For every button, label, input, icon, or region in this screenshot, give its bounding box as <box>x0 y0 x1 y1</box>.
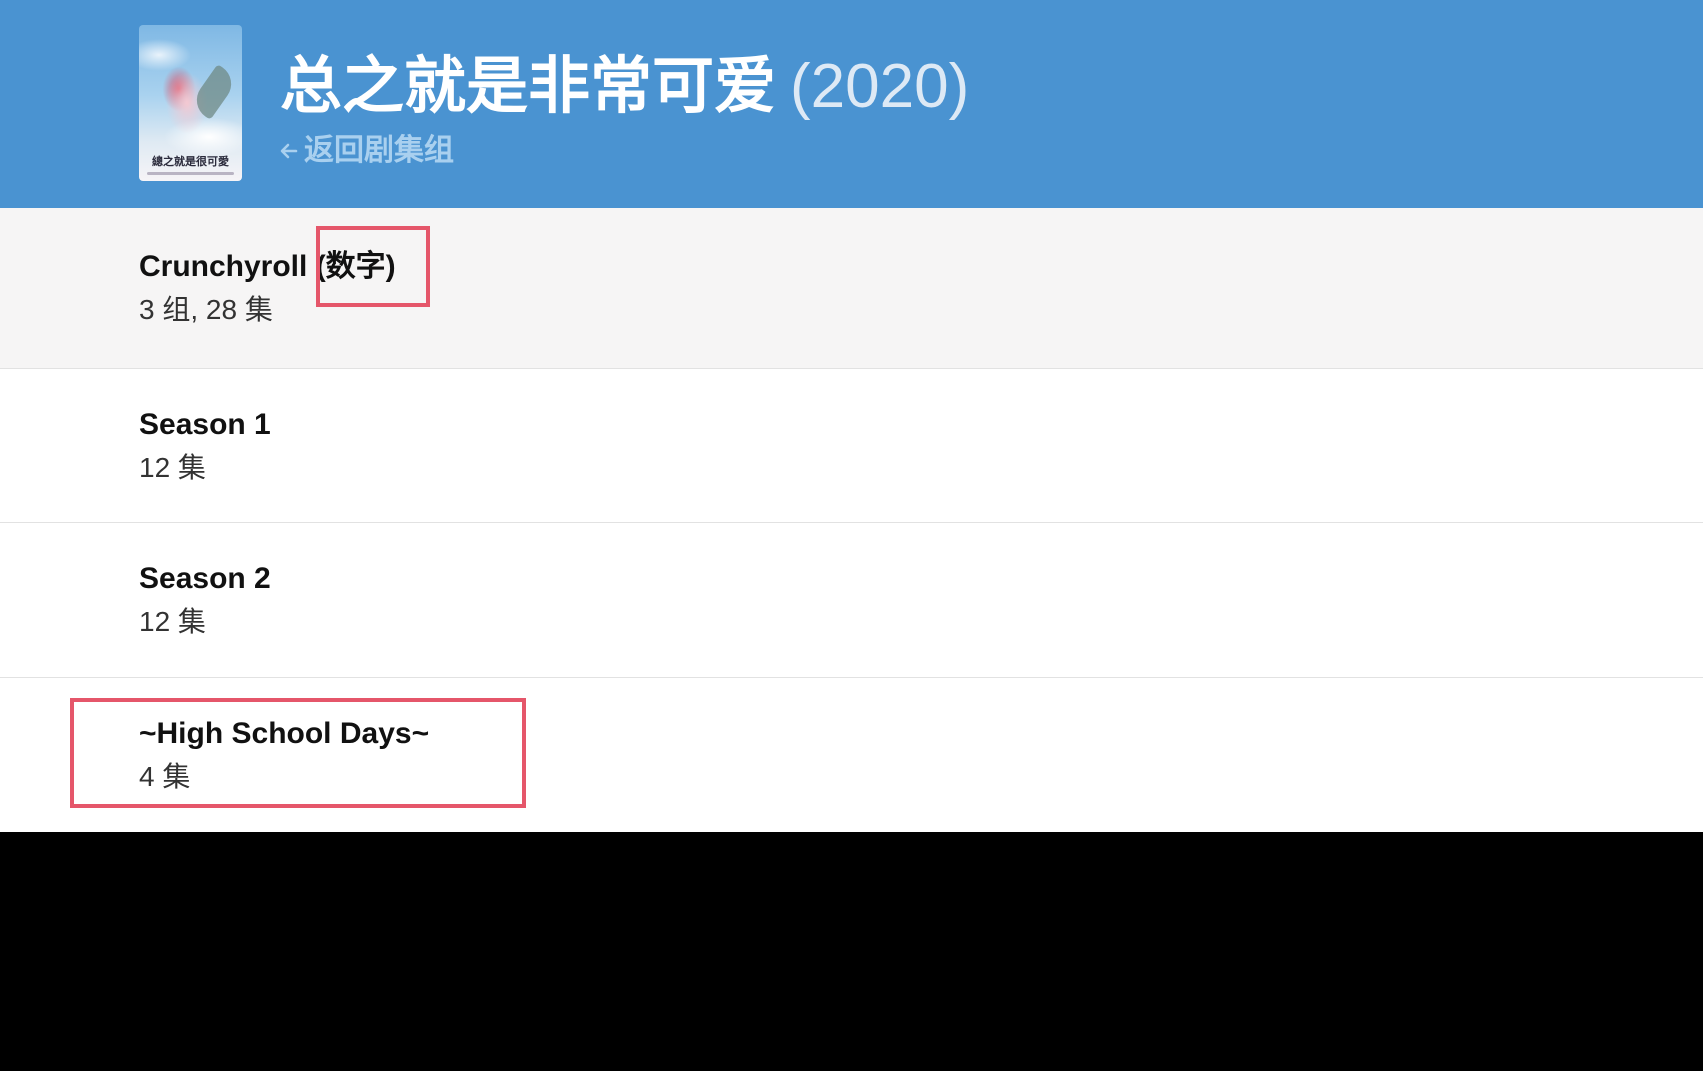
episode-group-row[interactable]: ~High School Days~ 4 集 <box>0 677 1703 832</box>
poster-credits-strip <box>147 172 234 175</box>
group-count: 4 集 <box>139 761 191 792</box>
episode-group-list: Crunchyroll (数字) 3 组, 28 集 Season 1 12 集… <box>0 208 1703 832</box>
header-banner: 總之就是很可愛 总之就是非常可爱 (2020) 返回剧集组 <box>0 0 1703 208</box>
page: 總之就是很可愛 总之就是非常可爱 (2020) 返回剧集组 Crunchyroll… <box>0 0 1703 1071</box>
show-title: 总之就是非常可爱 <box>280 52 777 121</box>
group-title: Crunchyroll (数字) <box>139 250 396 283</box>
arrow-left-icon <box>278 136 300 159</box>
poster-artwork <box>189 64 239 120</box>
poster-logo-text: 總之就是很可愛 <box>152 156 229 168</box>
empty-black-area <box>0 832 1703 1071</box>
group-count: 3 组, 28 集 <box>139 294 273 325</box>
episode-group-row[interactable]: Season 1 12 集 <box>0 368 1703 522</box>
back-link-label: 返回剧集组 <box>304 134 454 167</box>
poster-image: 總之就是很可愛 <box>139 25 242 181</box>
show-year: (2020) <box>790 52 970 121</box>
page-title: 总之就是非常可爱 (2020) <box>280 47 969 127</box>
group-title: Season 1 <box>139 407 271 441</box>
group-count: 12 集 <box>139 451 206 483</box>
episode-group-row[interactable]: Season 2 12 集 <box>0 522 1703 677</box>
group-title: ~High School Days~ <box>139 717 430 750</box>
group-count: 12 集 <box>139 606 206 637</box>
back-to-episode-groups-link[interactable]: 返回剧集组 <box>278 129 454 167</box>
group-title: Season 2 <box>139 562 271 595</box>
episode-group-row[interactable]: Crunchyroll (数字) 3 组, 28 集 <box>0 208 1703 368</box>
